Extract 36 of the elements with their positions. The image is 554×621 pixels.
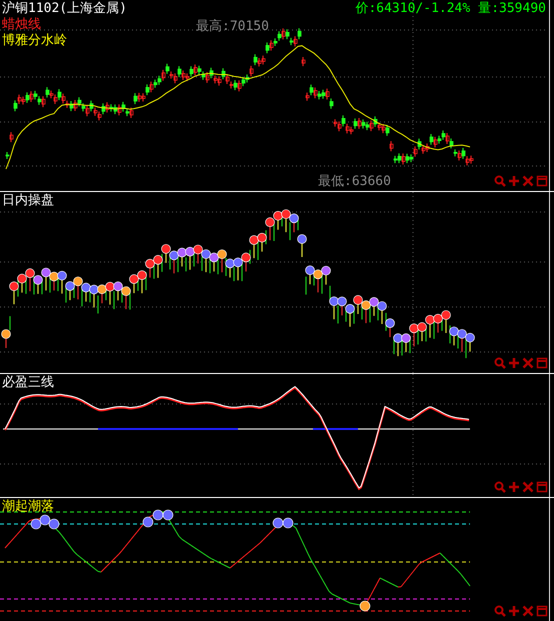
volume-readout: 量:359490 xyxy=(478,1,546,17)
signal-dot xyxy=(152,510,164,520)
restore-icon[interactable] xyxy=(536,605,548,617)
plus-icon[interactable] xyxy=(508,175,520,187)
close-icon[interactable] xyxy=(522,175,534,187)
signal-dot xyxy=(360,600,370,612)
close-icon[interactable] xyxy=(522,605,534,617)
legend-label: 博雅分水岭 xyxy=(2,33,68,49)
price-readout: 价:64310/-1.24% xyxy=(355,1,470,17)
signal-dot xyxy=(48,518,60,530)
close-icon[interactable] xyxy=(522,481,534,493)
restore-icon[interactable] xyxy=(536,175,548,187)
plus-icon[interactable] xyxy=(508,357,520,369)
zoom-icon[interactable] xyxy=(494,175,506,187)
zoom-icon[interactable] xyxy=(494,357,506,369)
panel-title: 潮起潮落 xyxy=(2,499,54,515)
signal-dot xyxy=(272,518,284,528)
legend-label: 蜡烛线 xyxy=(2,17,42,33)
panel-title: 沪铜1102(上海金属) xyxy=(2,1,127,17)
signal-dot xyxy=(282,518,294,528)
panel-title: 日内操盘 xyxy=(2,193,54,209)
close-icon[interactable] xyxy=(522,357,534,369)
zoom-icon[interactable] xyxy=(494,481,506,493)
signal-dot xyxy=(162,510,174,520)
baseline-segment xyxy=(313,428,358,430)
signal-dot xyxy=(30,518,42,530)
signal-dot xyxy=(40,514,50,526)
restore-icon[interactable] xyxy=(536,357,548,369)
restore-icon[interactable] xyxy=(536,481,548,493)
high-label: 最高:70150 xyxy=(196,19,269,35)
low-label: 最低:63660 xyxy=(318,174,391,190)
plus-icon[interactable] xyxy=(508,605,520,617)
plus-icon[interactable] xyxy=(508,481,520,493)
zoom-icon[interactable] xyxy=(494,605,506,617)
signal-dot xyxy=(142,516,154,528)
panel-title: 必盈三线 xyxy=(2,375,54,391)
